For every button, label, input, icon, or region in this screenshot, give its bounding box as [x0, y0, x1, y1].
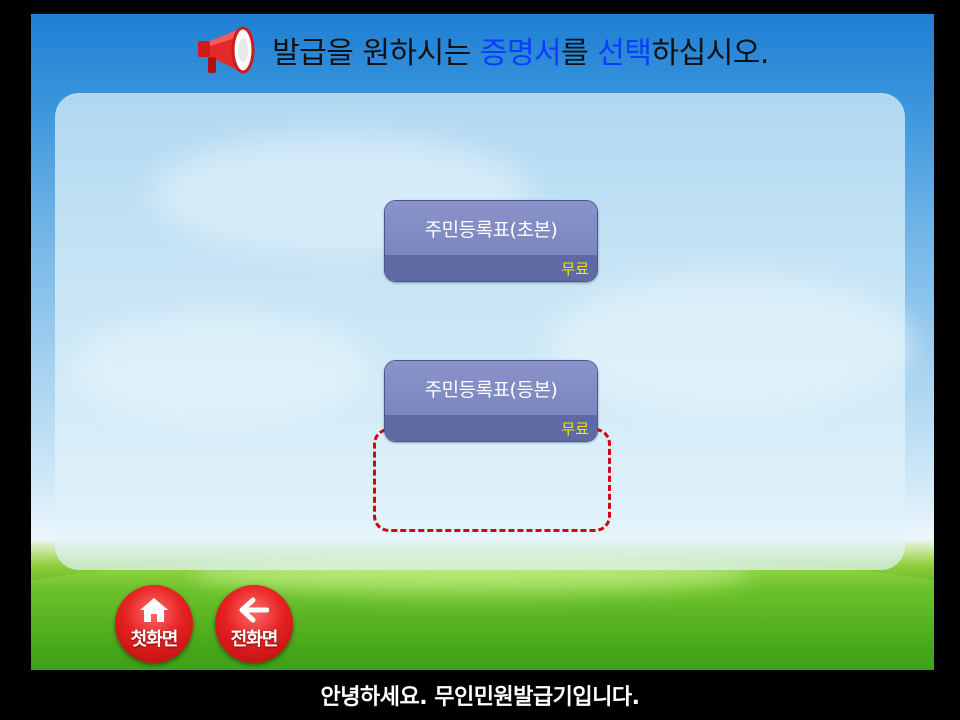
certificate-panel: 주민등록표(초본) 무료 주민등록표(등본) 무료	[55, 93, 905, 570]
arrow-left-icon	[239, 597, 269, 623]
fee-bar: 무료	[385, 255, 597, 281]
certificate-label: 주민등록표(초본)	[385, 201, 597, 255]
back-button[interactable]: 전화면	[215, 585, 293, 663]
home-button-label: 첫화면	[130, 629, 179, 650]
megaphone-icon	[198, 26, 255, 74]
certificate-label: 주민등록표(등본)	[385, 361, 597, 415]
back-button-label: 전화면	[230, 629, 279, 650]
fee-bar: 무료	[385, 415, 597, 441]
page-title: 발급을 원하시는 증명서를 선택하십시오.	[272, 36, 769, 71]
certificate-copy-button[interactable]: 주민등록표(등본) 무료	[384, 360, 598, 442]
fee-label: 무료	[561, 260, 589, 278]
home-icon	[140, 598, 168, 622]
title-highlight-certificate: 증명서	[479, 36, 562, 71]
footer-message: 안녕하세요. 무인민원발급기입니다.	[320, 685, 640, 710]
page-header: 발급을 원하시는 증명서를 선택하십시오.	[31, 24, 934, 76]
fee-label: 무료	[561, 420, 589, 438]
home-button[interactable]: 첫화면	[115, 585, 193, 663]
title-highlight-select: 선택	[597, 36, 652, 71]
kiosk-screen: 발급을 원하시는 증명서를 선택하십시오. 주민등록표(초본) 무료 주민등록표…	[31, 14, 934, 670]
certificate-abstract-button[interactable]: 주민등록표(초본) 무료	[384, 200, 598, 282]
selection-highlight	[373, 428, 611, 532]
